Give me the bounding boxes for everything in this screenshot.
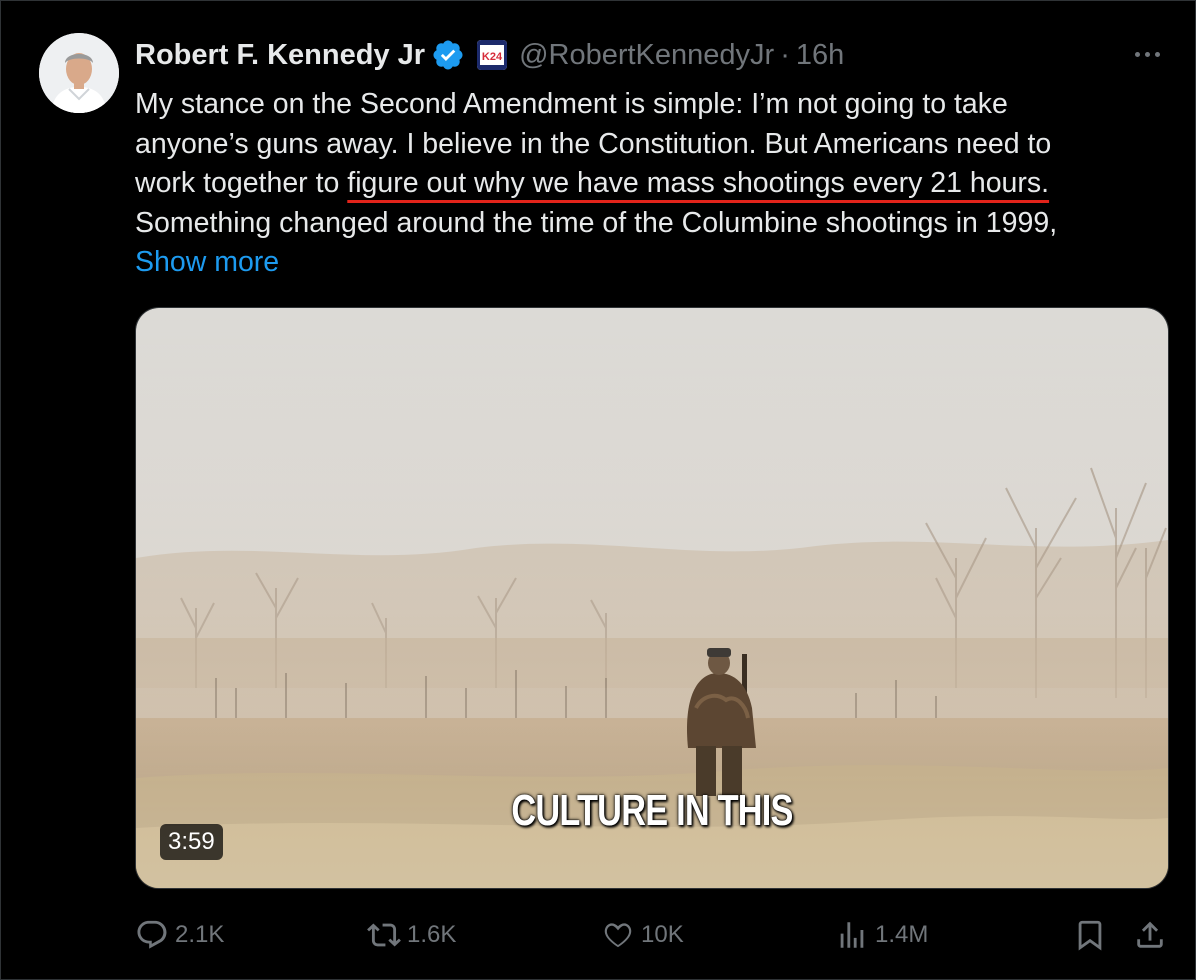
tweet-header: Robert F. Kennedy Jr K24 @RobertKennedyJ… [135,35,844,75]
speech-bubble-icon [137,920,167,949]
author-name[interactable]: Robert F. Kennedy Jr [135,39,425,72]
like-count: 10K [641,921,684,948]
tweet-line-3-start: work together to [135,167,348,199]
tweet-card[interactable]: Robert F. Kennedy Jr K24 @RobertKennedyJ… [0,0,1196,980]
repost-button[interactable]: 1.6K [367,913,456,957]
views-count: 1.4M [875,921,929,948]
share-upload-icon [1137,921,1163,948]
separator-dot: · [780,38,790,71]
tweet-line-4: Something changed around the time of the… [135,206,1058,239]
video-duration: 3:59 [160,824,223,860]
repost-count: 1.6K [407,921,457,948]
video-caption: CULTURE IN THIS [511,786,793,835]
affiliation-badge-icon[interactable]: K24 [477,40,508,70]
bookmark-button[interactable] [1073,913,1113,957]
reply-count: 2.1K [175,921,225,948]
tweet-line-3: work together to figure out why we have … [135,164,1155,204]
verified-badge-icon[interactable] [431,38,465,72]
bar-chart-icon [840,922,864,948]
tweet-time[interactable]: 16h [796,39,844,72]
video-player[interactable]: CULTURE IN THIS 3:59 [135,307,1169,889]
action-bar: 2.1K 1.6K 10K 1.4M [135,913,1175,957]
tweet-line-2: anyone’s guns away. I believe in the Con… [135,127,1052,160]
avatar[interactable] [39,33,119,113]
tweet-line-1: My stance on the Second Amendment is sim… [135,88,1008,120]
highlighted-phrase: figure out why we have mass shootings ev… [347,167,1050,199]
like-button[interactable]: 10K [601,913,684,957]
heart-icon [604,923,632,948]
views-button[interactable]: 1.4M [835,913,928,957]
reply-button[interactable]: 2.1K [135,913,224,957]
author-handle[interactable]: @RobertKennedyJr [519,39,774,72]
show-more-link[interactable]: Show more [135,246,279,278]
tweet-text: My stance on the Second Amendment is sim… [135,85,1155,283]
more-dots-icon[interactable] [1129,39,1165,69]
repost-arrows-icon [367,923,401,947]
bookmark-icon [1078,920,1102,951]
share-button[interactable] [1133,913,1173,957]
affiliation-label: K24 [482,51,503,63]
